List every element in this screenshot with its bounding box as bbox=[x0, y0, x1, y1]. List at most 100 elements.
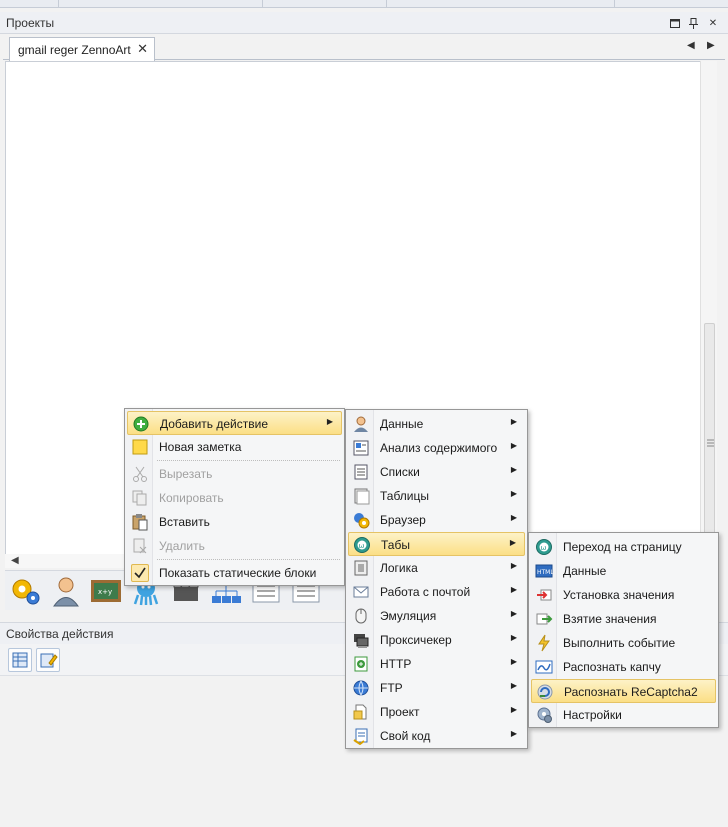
close-panel-icon[interactable]: ✕ bbox=[706, 16, 720, 30]
menu-item-label: Добавить действие bbox=[160, 417, 268, 431]
menu-item-label: Копировать bbox=[159, 491, 224, 505]
tabs-icon: ω bbox=[353, 536, 371, 554]
tab-scroll-left-icon[interactable]: ◀ bbox=[687, 40, 695, 51]
submenu-item-content-analysis[interactable]: Анализ содержимого ▶ bbox=[348, 436, 525, 460]
user-icon[interactable] bbox=[49, 575, 83, 607]
projects-panel-header: Проекты ✕ bbox=[0, 12, 728, 34]
lightning-icon bbox=[535, 634, 553, 652]
submenu-item-http[interactable]: HTTP ▶ bbox=[348, 652, 525, 676]
grid-view-icon[interactable] bbox=[8, 648, 32, 672]
submenu-item-emulation[interactable]: Эмуляция ▶ bbox=[348, 604, 525, 628]
code-icon bbox=[352, 727, 370, 746]
menu-item-label: Вырезать bbox=[159, 467, 213, 481]
submenu-item-proxy-checker[interactable]: Проксичекер ▶ bbox=[348, 628, 525, 652]
mouse-icon bbox=[352, 607, 370, 625]
vertical-scroll-thumb[interactable] bbox=[704, 323, 715, 563]
tabs-item-data[interactable]: HTML Данные bbox=[531, 559, 716, 583]
menu-item-label: Вставить bbox=[159, 515, 210, 529]
context-menu: Добавить действие ▶ Новая заметка Выреза… bbox=[124, 408, 345, 586]
tabs-item-navigate[interactable]: ω Переход на страницу bbox=[531, 535, 716, 559]
submenu-item-lists[interactable]: Списки ▶ bbox=[348, 460, 525, 484]
table-icon bbox=[352, 487, 370, 505]
paste-icon bbox=[131, 513, 149, 531]
tabs-item-label: Данные bbox=[563, 564, 607, 578]
menu-item-paste[interactable]: Вставить bbox=[127, 510, 342, 534]
browser-icon bbox=[352, 511, 370, 529]
submenu-item-mail[interactable]: Работа с почтой ▶ bbox=[348, 580, 525, 604]
pin-icon[interactable] bbox=[686, 16, 700, 30]
note-icon bbox=[131, 438, 149, 456]
tabs-item-get-value[interactable]: Взятие значения bbox=[531, 607, 716, 631]
submenu-item-tables[interactable]: Таблицы ▶ bbox=[348, 484, 525, 508]
tabs-item-fire-event[interactable]: Выполнить событие bbox=[531, 631, 716, 655]
submenu-arrow-icon: ▶ bbox=[510, 465, 517, 474]
submenu-item-label: Данные bbox=[380, 417, 424, 431]
analysis-icon bbox=[352, 439, 370, 457]
tab-project[interactable]: gmail reger ZennoArt ✕ bbox=[9, 37, 155, 61]
menu-item-cut[interactable]: Вырезать bbox=[127, 462, 342, 486]
submenu-item-label: Табы bbox=[381, 538, 410, 552]
tab-scroll-right-icon[interactable]: ▶ bbox=[707, 40, 715, 51]
ftp-icon bbox=[352, 679, 370, 697]
tabs-item-label: Распознать ReCaptcha2 bbox=[564, 685, 698, 699]
submenu-item-label: Анализ содержимого bbox=[380, 441, 498, 455]
projects-panel-title: Проекты bbox=[6, 16, 55, 30]
restore-icon[interactable] bbox=[668, 16, 682, 30]
menu-item-show-static-blocks[interactable]: Показать статические блоки bbox=[127, 561, 342, 585]
submenu-item-data[interactable]: Данные ▶ bbox=[348, 412, 525, 436]
menu-item-new-note[interactable]: Новая заметка bbox=[127, 435, 342, 459]
tabs-item-set-value[interactable]: Установка значения bbox=[531, 583, 716, 607]
submenu-arrow-icon: ▶ bbox=[510, 609, 517, 618]
submenu-arrow-icon: ▶ bbox=[510, 729, 517, 738]
tabs-submenu: ω Переход на страницу HTML Данные Устано… bbox=[528, 532, 719, 728]
submenu-arrow-icon: ▶ bbox=[510, 705, 517, 714]
submenu-item-label: Эмуляция bbox=[380, 609, 437, 623]
submenu-arrow-icon: ▶ bbox=[510, 633, 517, 642]
submenu-item-ftp[interactable]: FTP ▶ bbox=[348, 676, 525, 700]
menu-item-add-action[interactable]: Добавить действие ▶ bbox=[127, 411, 342, 435]
submenu-item-browser[interactable]: Браузер ▶ bbox=[348, 508, 525, 532]
navigate-icon: ω bbox=[535, 538, 553, 556]
tabs-item-label: Настройки bbox=[563, 708, 622, 722]
tabs-item-label: Выполнить событие bbox=[563, 636, 676, 650]
scissors-icon bbox=[131, 465, 149, 483]
tabs-item-settings[interactable]: Настройки bbox=[531, 703, 716, 727]
submenu-item-tabs[interactable]: ω Табы ▶ bbox=[348, 532, 525, 556]
actions-submenu: Данные ▶ Анализ содержимого ▶ Списки ▶ Т… bbox=[345, 409, 528, 749]
submenu-item-own-code[interactable]: Свой код ▶ bbox=[348, 724, 525, 748]
edit-properties-icon[interactable] bbox=[36, 648, 60, 672]
menu-item-label: Новая заметка bbox=[159, 440, 242, 454]
submenu-item-logic[interactable]: Логика ▶ bbox=[348, 556, 525, 580]
check-icon bbox=[131, 564, 149, 582]
vertical-scrollbar[interactable] bbox=[700, 61, 717, 568]
tabs-item-recognize-recaptcha2[interactable]: Распознать ReCaptcha2 bbox=[531, 679, 716, 703]
proxy-icon bbox=[352, 631, 370, 649]
submenu-item-label: HTTP bbox=[380, 657, 412, 671]
submenu-item-label: Проксичекер bbox=[380, 633, 452, 647]
gears-icon[interactable] bbox=[9, 575, 43, 607]
submenu-item-label: Свой код bbox=[380, 729, 431, 743]
scroll-left-icon[interactable]: ◀ bbox=[11, 555, 19, 566]
svg-text:ω: ω bbox=[541, 544, 547, 552]
html-icon: HTML bbox=[535, 562, 554, 580]
submenu-item-project[interactable]: Проект ▶ bbox=[348, 700, 525, 724]
tab-project-label: gmail reger ZennoArt bbox=[18, 43, 131, 57]
tab-close-icon[interactable]: ✕ bbox=[137, 41, 148, 57]
tabs-item-recognize-captcha[interactable]: Распознать капчу bbox=[531, 655, 716, 679]
http-icon bbox=[352, 655, 370, 673]
chalkboard-icon[interactable]: x+y bbox=[89, 575, 123, 607]
svg-text:HTML: HTML bbox=[537, 569, 553, 576]
menu-item-copy[interactable]: Копировать bbox=[127, 486, 342, 510]
tabs-item-label: Распознать капчу bbox=[563, 660, 661, 674]
submenu-item-label: Проект bbox=[380, 705, 420, 719]
mail-icon bbox=[352, 583, 370, 601]
get-value-icon bbox=[535, 610, 553, 628]
top-toolbar-strip bbox=[0, 0, 728, 8]
tabs-item-label: Взятие значения bbox=[563, 612, 657, 626]
submenu-arrow-icon: ▶ bbox=[510, 561, 517, 570]
menu-item-delete[interactable]: Удалить bbox=[127, 534, 342, 558]
svg-text:ω: ω bbox=[359, 542, 365, 550]
list-icon bbox=[352, 463, 370, 481]
menu-item-label: Удалить bbox=[159, 539, 205, 553]
submenu-item-label: Браузер bbox=[380, 513, 426, 527]
